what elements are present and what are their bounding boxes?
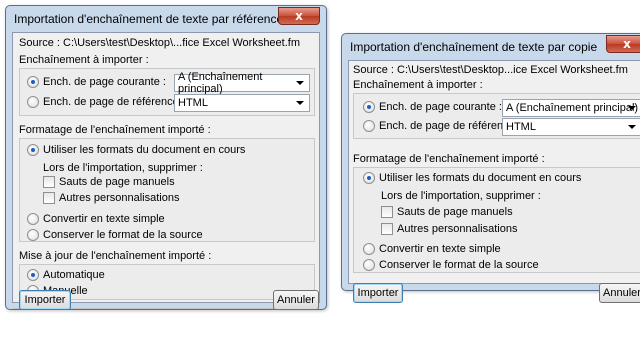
radio-keep-source-format[interactable]: Conserver le format de la source	[363, 259, 539, 271]
radio-current-flow-label: Ench. de page courante :	[43, 76, 166, 88]
group-import-title: Enchaînement à importer :	[353, 79, 483, 91]
combo-current-flow[interactable]: A (Enchaînement principal)	[502, 99, 640, 117]
combo-current-flow[interactable]: A (Enchaînement principal)	[174, 71, 310, 95]
radio-reference-flow[interactable]: Ench. de page de référence :	[27, 96, 185, 108]
radio-use-formats-label: Utiliser les formats du document en cour…	[379, 172, 582, 184]
check-other-customizations[interactable]: Autres personnalisations	[381, 223, 517, 235]
check-page-breaks-label: Sauts de page manuels	[397, 206, 513, 218]
dialog-title: Importation d'enchaînement de texte par …	[350, 40, 598, 54]
combo-value: A (Enchaînement principal)	[178, 71, 263, 95]
radio-unselected-icon	[27, 213, 39, 225]
radio-convert-text[interactable]: Convertir en texte simple	[27, 213, 165, 225]
dialog-body: Source : C:\Users\test\Desktop...ice Exc…	[348, 60, 640, 303]
titlebar[interactable]: Importation d'enchaînement de texte par …	[342, 34, 640, 60]
radio-selected-icon	[363, 101, 375, 113]
radio-unselected-icon	[27, 229, 39, 241]
radio-use-formats[interactable]: Utiliser les formats du document en cour…	[363, 172, 581, 184]
radio-keep-label: Conserver le format de la source	[379, 259, 539, 271]
checkbox-icon	[43, 176, 55, 188]
cancel-button[interactable]: Annuler	[273, 290, 319, 310]
group-format-title: Formatage de l'enchaînement importé :	[19, 124, 211, 136]
radio-unselected-icon	[27, 96, 39, 108]
radio-unselected-icon	[363, 120, 375, 132]
radio-selected-icon	[27, 144, 39, 156]
radio-convert-text[interactable]: Convertir en texte simple	[363, 243, 501, 255]
radio-unselected-icon	[363, 243, 375, 255]
remove-label: Lors de l'importation, supprimer :	[43, 162, 203, 174]
import-button[interactable]: Importer	[353, 283, 403, 303]
check-other-label: Autres personnalisations	[397, 223, 518, 235]
remove-label: Lors de l'importation, supprimer :	[381, 190, 541, 202]
chevron-down-icon[interactable]	[625, 121, 639, 133]
radio-unselected-icon	[363, 259, 375, 271]
radio-current-flow[interactable]: Ench. de page courante :	[363, 101, 502, 113]
radio-current-flow-label: Ench. de page courante :	[379, 101, 502, 113]
combo-reference-flow[interactable]: HTML	[174, 94, 310, 112]
radio-automatic[interactable]: Automatique	[27, 269, 105, 281]
combo-value: HTML	[506, 121, 536, 133]
dialog-title: Importation d'enchaînement de texte par …	[14, 12, 284, 26]
source-label: Source : C:\Users\test\Desktop\...fice E…	[19, 37, 300, 49]
radio-reference-flow-label: Ench. de page de référence :	[43, 96, 185, 108]
titlebar[interactable]: Importation d'enchaînement de texte par …	[6, 6, 326, 32]
radio-selected-icon	[27, 269, 39, 281]
dialog-import-by-reference: Importation d'enchaînement de texte par …	[5, 5, 327, 310]
source-label: Source : C:\Users\test\Desktop...ice Exc…	[353, 64, 628, 76]
radio-selected-icon	[27, 76, 39, 88]
combo-value: A (Enchaînement principal)	[506, 102, 639, 114]
check-other-customizations[interactable]: Autres personnalisations	[43, 192, 179, 204]
group-import-title: Enchaînement à importer :	[19, 54, 149, 66]
radio-convert-label: Convertir en texte simple	[379, 243, 501, 255]
radio-convert-label: Convertir en texte simple	[43, 213, 165, 225]
chevron-down-icon[interactable]	[293, 97, 307, 109]
close-button[interactable]: x	[606, 35, 640, 53]
radio-use-formats[interactable]: Utiliser les formats du document en cour…	[27, 144, 245, 156]
combo-value: HTML	[178, 97, 208, 109]
dialog-body: Source : C:\Users\test\Desktop\...fice E…	[12, 32, 320, 310]
checkbox-icon	[381, 223, 393, 235]
checkbox-icon	[381, 206, 393, 218]
radio-reference-flow-label: Ench. de page de référence :	[379, 120, 521, 132]
radio-automatic-label: Automatique	[43, 269, 105, 281]
chevron-down-icon[interactable]	[293, 77, 307, 89]
radio-current-flow[interactable]: Ench. de page courante :	[27, 76, 166, 88]
radio-keep-label: Conserver le format de la source	[43, 229, 203, 241]
cancel-button[interactable]: Annuler	[599, 283, 640, 303]
dialog-import-by-copy: Importation d'enchaînement de texte par …	[341, 33, 640, 303]
import-button[interactable]: Importer	[19, 290, 71, 310]
radio-keep-source-format[interactable]: Conserver le format de la source	[27, 229, 203, 241]
group-update-title: Mise à jour de l'enchaînement importé :	[19, 250, 212, 262]
check-other-label: Autres personnalisations	[59, 192, 180, 204]
combo-reference-flow[interactable]: HTML	[502, 118, 640, 136]
check-page-breaks[interactable]: Sauts de page manuels	[43, 176, 175, 188]
radio-reference-flow[interactable]: Ench. de page de référence :	[363, 120, 521, 132]
group-format-title: Formatage de l'enchaînement importé :	[353, 153, 545, 165]
radio-selected-icon	[363, 172, 375, 184]
close-button[interactable]: x	[278, 7, 320, 25]
checkbox-icon	[43, 192, 55, 204]
radio-use-formats-label: Utiliser les formats du document en cour…	[43, 144, 246, 156]
chevron-down-icon[interactable]	[625, 102, 639, 114]
check-page-breaks-label: Sauts de page manuels	[59, 176, 175, 188]
check-page-breaks[interactable]: Sauts de page manuels	[381, 206, 513, 218]
